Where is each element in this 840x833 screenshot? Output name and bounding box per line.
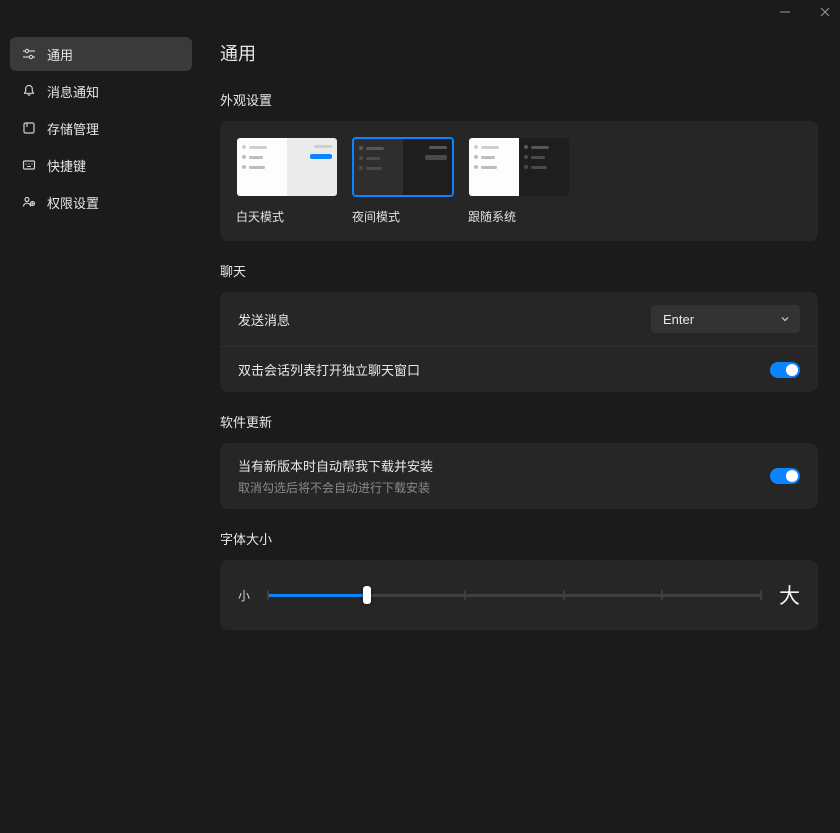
slider-label-large: 大 <box>779 580 800 610</box>
sliders-icon <box>21 46 37 62</box>
sidebar-item-label: 权限设置 <box>47 193 99 212</box>
row-label: 双击会话列表打开独立聊天窗口 <box>238 360 420 379</box>
toggle-auto-update[interactable] <box>770 468 800 484</box>
theme-caption: 跟随系统 <box>468 208 570 225</box>
section-title-chat: 聊天 <box>220 261 818 280</box>
close-button[interactable] <box>816 3 834 21</box>
appearance-panel: 白天模式 <box>220 121 818 241</box>
sidebar-item-label: 消息通知 <box>47 82 99 101</box>
theme-caption: 白天模式 <box>236 208 338 225</box>
row-auto-update: 当有新版本时自动帮我下载并安装 取消勾选后将不会自动进行下载安装 <box>220 443 818 509</box>
theme-thumb-light <box>236 137 338 197</box>
chat-panel: 发送消息 Enter 双击会话列表打开独立聊天窗口 <box>220 292 818 392</box>
theme-option-dark[interactable]: 夜间模式 <box>352 137 454 225</box>
sidebar-item-notifications[interactable]: 消息通知 <box>10 74 192 108</box>
bell-icon <box>21 83 37 99</box>
sidebar-item-permissions[interactable]: 权限设置 <box>10 185 192 219</box>
main-content: 通用 外观设置 <box>202 24 840 833</box>
row-send-message: 发送消息 Enter <box>220 292 818 346</box>
select-value: Enter <box>663 312 694 327</box>
section-title-font: 字体大小 <box>220 529 818 548</box>
row-label: 发送消息 <box>238 310 290 329</box>
row-dblclick-window: 双击会话列表打开独立聊天窗口 <box>220 346 818 392</box>
font-panel: 小 大 <box>220 560 818 630</box>
font-size-slider[interactable] <box>268 585 761 605</box>
chevron-down-icon <box>780 314 790 324</box>
row-label: 当有新版本时自动帮我下载并安装 <box>238 456 433 475</box>
toggle-dblclick-window[interactable] <box>770 362 800 378</box>
theme-option-light[interactable]: 白天模式 <box>236 137 338 225</box>
keyboard-icon <box>21 157 37 173</box>
theme-option-system[interactable]: 跟随系统 <box>468 137 570 225</box>
sidebar-item-general[interactable]: 通用 <box>10 37 192 71</box>
sidebar-item-shortcuts[interactable]: 快捷键 <box>10 148 192 182</box>
theme-caption: 夜间模式 <box>352 208 454 225</box>
sidebar-item-storage[interactable]: 存储管理 <box>10 111 192 145</box>
slider-label-small: 小 <box>238 587 250 604</box>
section-title-appearance: 外观设置 <box>220 90 818 109</box>
sidebar-item-label: 存储管理 <box>47 119 99 138</box>
minimize-button[interactable] <box>776 3 794 21</box>
section-title-update: 软件更新 <box>220 412 818 431</box>
storage-icon <box>21 120 37 136</box>
update-panel: 当有新版本时自动帮我下载并安装 取消勾选后将不会自动进行下载安装 <box>220 443 818 509</box>
sidebar-item-label: 通用 <box>47 45 73 64</box>
send-key-select[interactable]: Enter <box>651 305 800 333</box>
minimize-icon <box>779 6 791 18</box>
close-icon <box>819 6 831 18</box>
titlebar <box>0 0 840 24</box>
permissions-icon <box>21 194 37 210</box>
sidebar: 通用 消息通知 存储管理 快捷键 <box>0 24 202 833</box>
theme-thumb-dark <box>352 137 454 197</box>
row-sublabel: 取消勾选后将不会自动进行下载安装 <box>238 479 433 496</box>
page-title: 通用 <box>220 40 818 66</box>
theme-thumb-system <box>468 137 570 197</box>
sidebar-item-label: 快捷键 <box>47 156 86 175</box>
